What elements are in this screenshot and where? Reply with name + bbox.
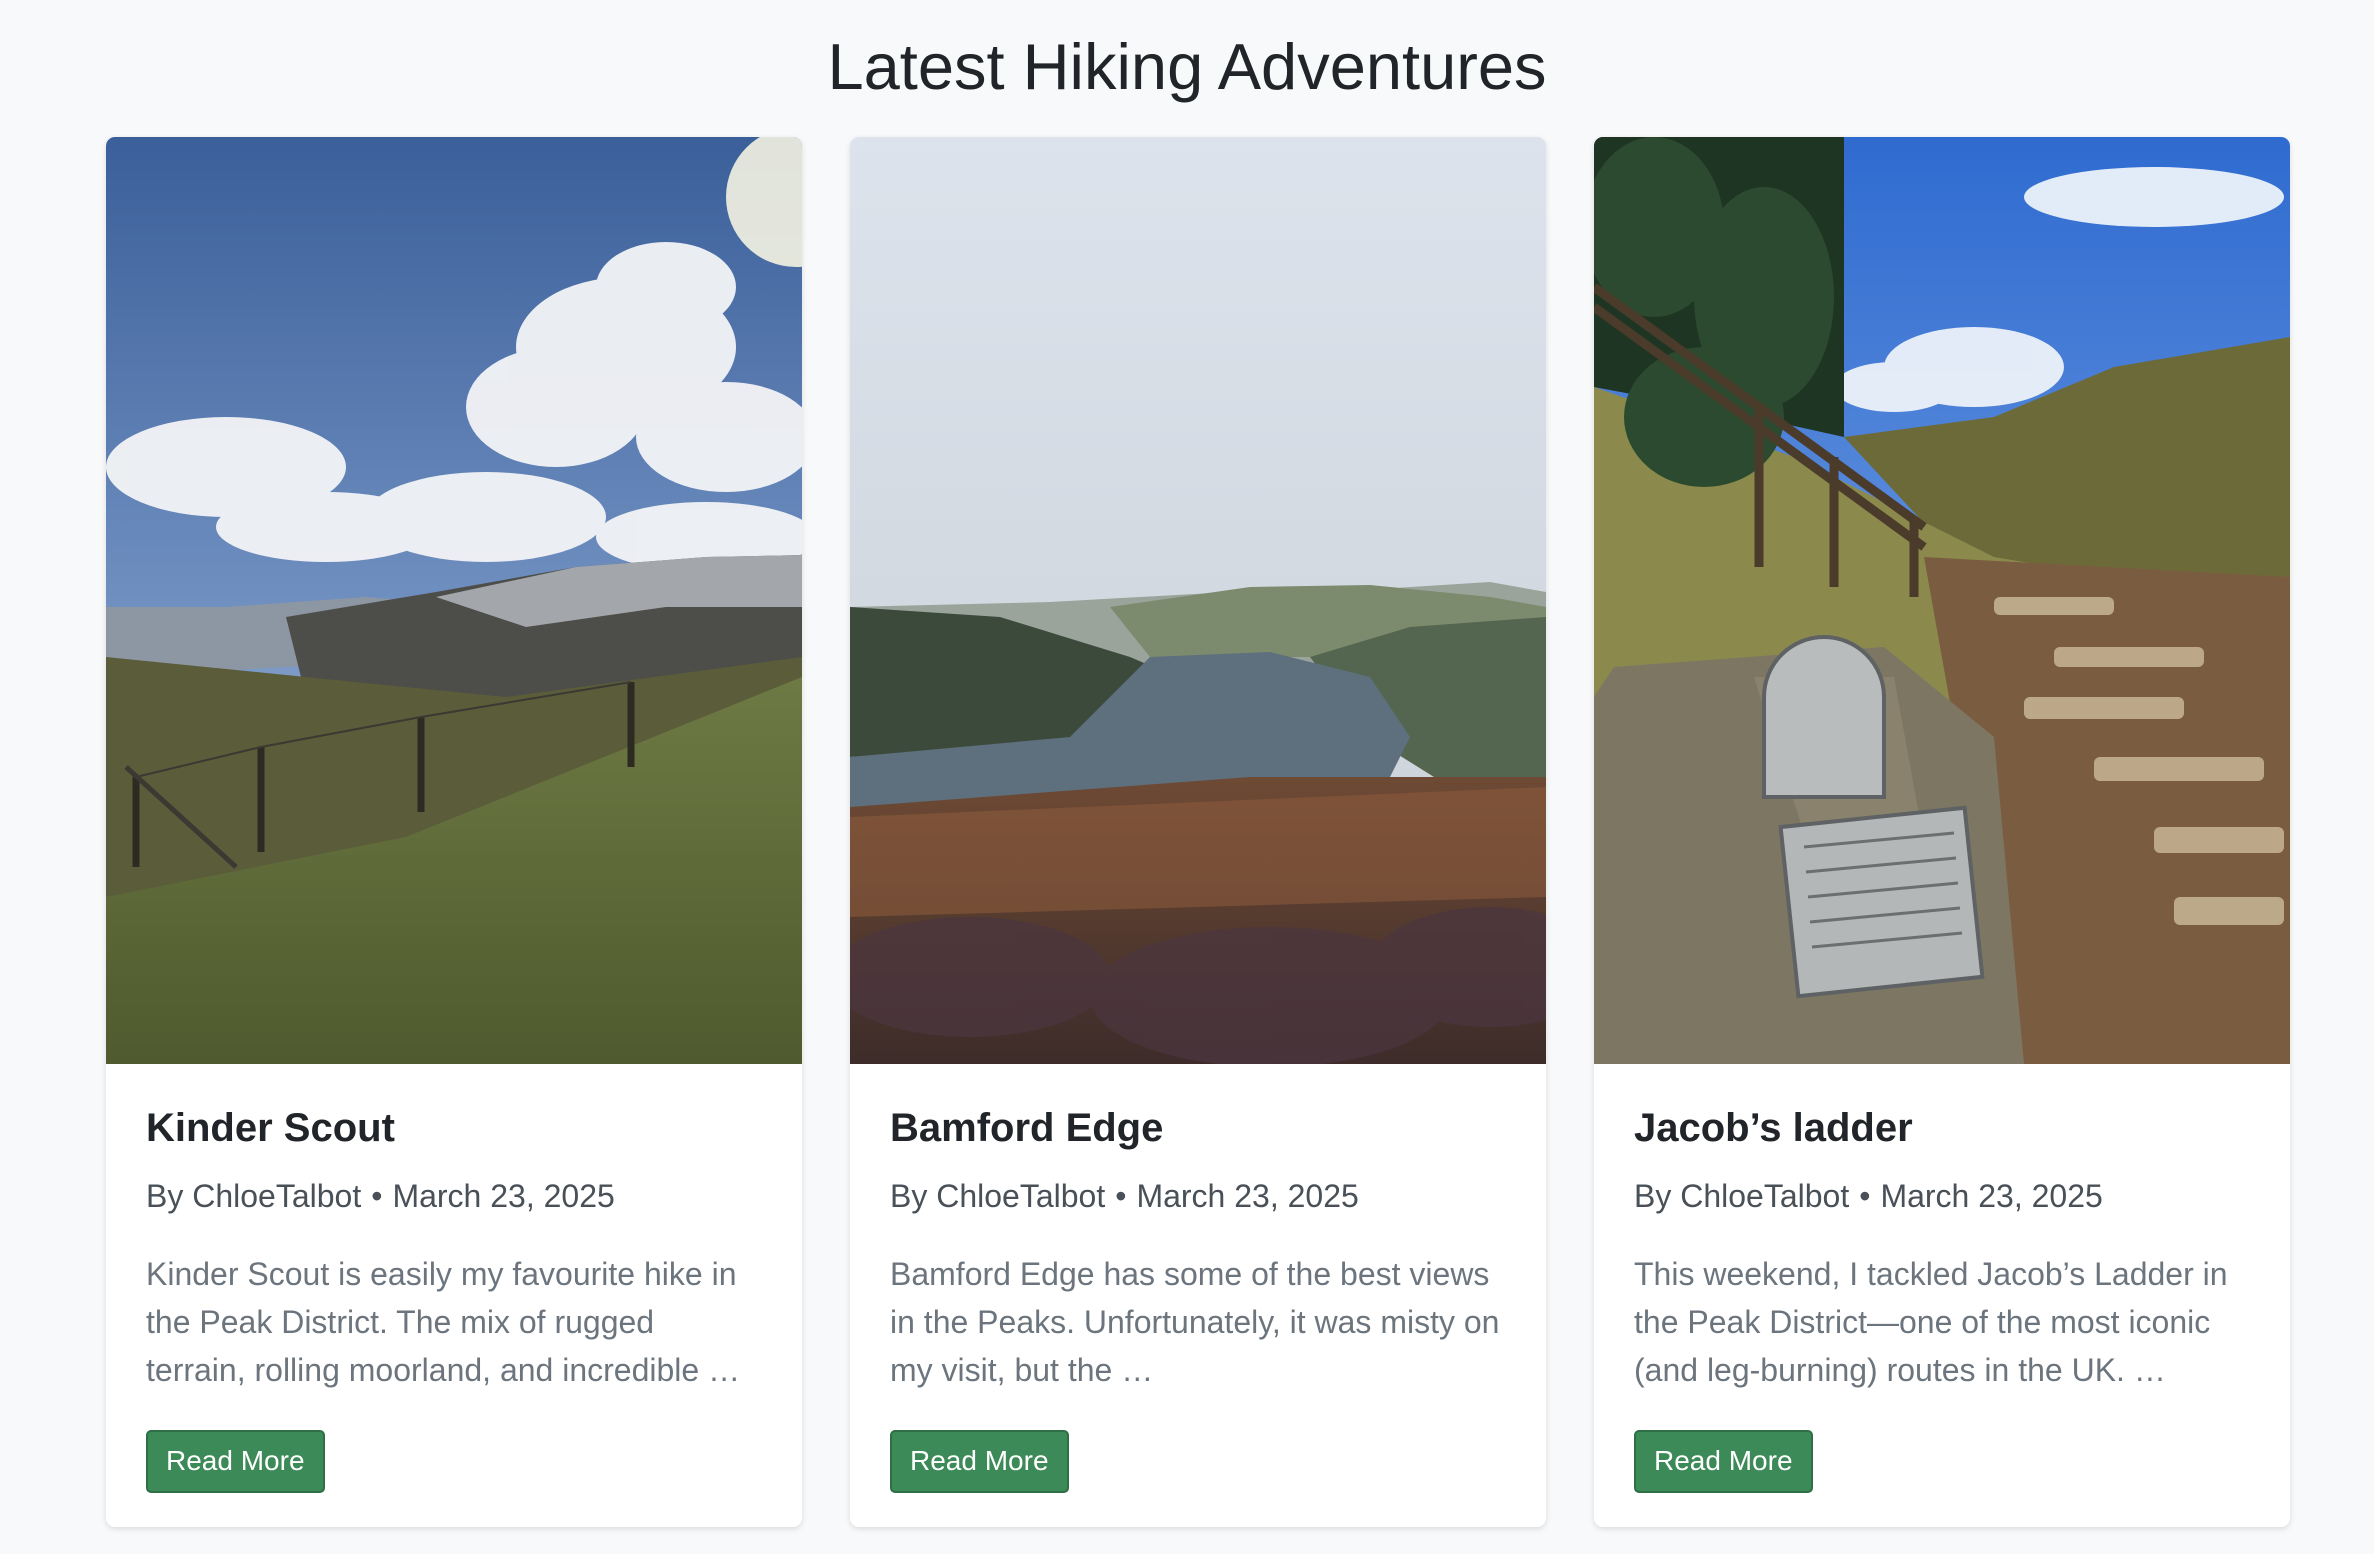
post-excerpt: This weekend, I tackled Jacob’s Ladder i…	[1634, 1256, 2228, 1388]
page-title: Latest Hiking Adventures	[827, 30, 1547, 103]
post-card: Kinder Scout By ChloeTalbot • March 23, …	[106, 137, 802, 1527]
post-date: March 23, 2025	[392, 1178, 615, 1214]
author-name: ChloeTalbot	[936, 1178, 1106, 1214]
author-name: ChloeTalbot	[1680, 1178, 1850, 1214]
post-date: March 23, 2025	[1136, 1178, 1359, 1214]
by-label: By	[146, 1178, 184, 1214]
post-meta: By ChloeTalbot • March 23, 2025	[1634, 1176, 2250, 1220]
post-title[interactable]: Bamford Edge	[890, 1104, 1506, 1162]
post-meta: By ChloeTalbot • March 23, 2025	[890, 1176, 1506, 1220]
by-label: By	[890, 1178, 928, 1214]
by-label: By	[1634, 1178, 1672, 1214]
read-more-button[interactable]: Read More	[146, 1430, 325, 1493]
post-title[interactable]: Kinder Scout	[146, 1104, 762, 1162]
post-image-bamford-edge	[850, 137, 1546, 1064]
post-card: Jacob’s ladder By ChloeTalbot • March 23…	[1594, 137, 2290, 1527]
author-name: ChloeTalbot	[192, 1178, 362, 1214]
meta-separator: •	[371, 1178, 383, 1214]
post-author: By ChloeTalbot	[890, 1176, 1105, 1220]
post-title[interactable]: Jacob’s ladder	[1634, 1104, 2250, 1162]
post-excerpt: Kinder Scout is easily my favourite hike…	[146, 1256, 741, 1388]
post-image-kinder-scout	[106, 137, 802, 1064]
read-more-button[interactable]: Read More	[1634, 1430, 1813, 1493]
post-author: By ChloeTalbot	[1634, 1176, 1849, 1220]
meta-separator: •	[1115, 1178, 1127, 1214]
post-date: March 23, 2025	[1880, 1178, 2103, 1214]
post-author: By ChloeTalbot	[146, 1176, 361, 1220]
post-meta: By ChloeTalbot • March 23, 2025	[146, 1176, 762, 1220]
post-card-list: Kinder Scout By ChloeTalbot • March 23, …	[0, 137, 2374, 1527]
post-image-jacobs-ladder	[1594, 137, 2290, 1064]
post-excerpt: Bamford Edge has some of the best views …	[890, 1256, 1500, 1388]
read-more-button[interactable]: Read More	[890, 1430, 1069, 1493]
post-card: Bamford Edge By ChloeTalbot • March 23, …	[850, 137, 1546, 1527]
meta-separator: •	[1859, 1178, 1871, 1214]
